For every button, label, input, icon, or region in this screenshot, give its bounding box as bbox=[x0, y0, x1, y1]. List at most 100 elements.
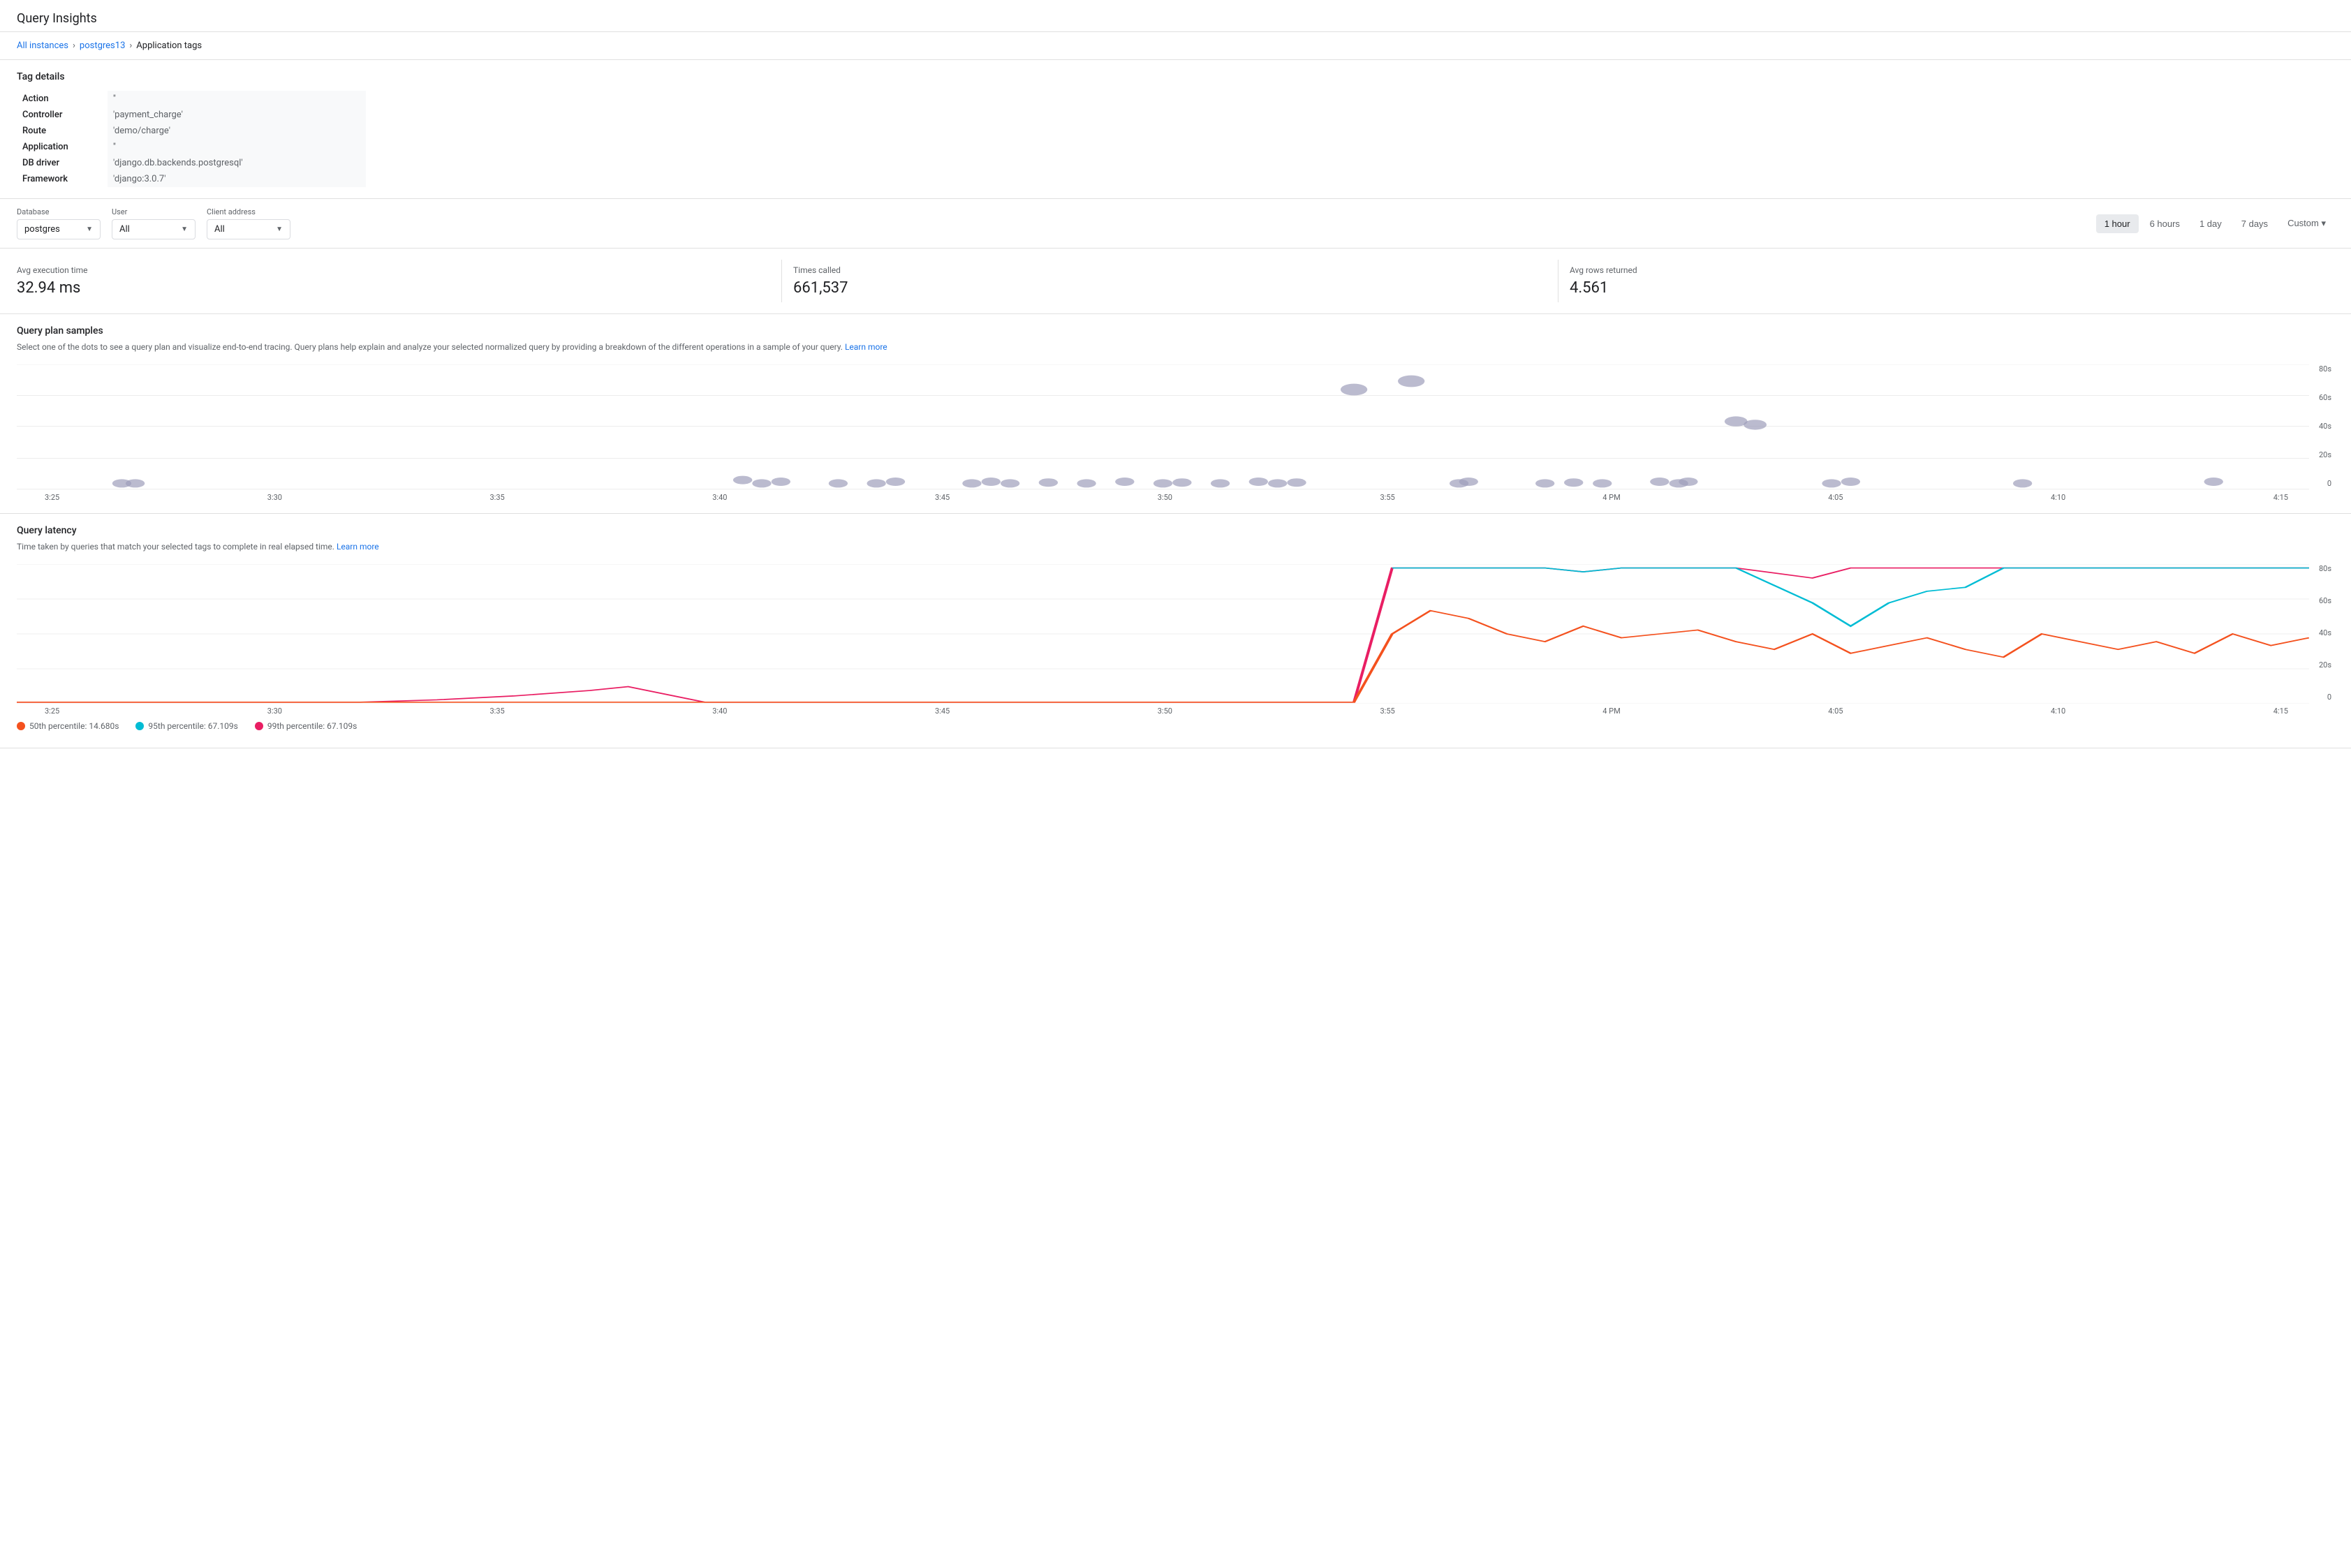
query-plan-learn-more[interactable]: Learn more bbox=[845, 342, 887, 352]
x-label: 4:05 bbox=[1828, 493, 1843, 502]
x-label: 3:40 bbox=[712, 707, 727, 716]
query-latency-learn-more[interactable]: Learn more bbox=[337, 542, 379, 552]
metrics-row: Avg execution time32.94 msTimes called66… bbox=[0, 249, 2351, 314]
query-plan-section: Query plan samples Select one of the dot… bbox=[0, 314, 2351, 514]
query-latency-title: Query latency bbox=[17, 525, 2334, 536]
user-select[interactable]: All ▼ bbox=[112, 219, 196, 239]
tag-row: Route'demo/charge' bbox=[17, 123, 366, 139]
query-latency-chart bbox=[17, 564, 2309, 704]
breadcrumb-sep-2: › bbox=[129, 40, 132, 51]
x-label: 4 PM bbox=[1602, 707, 1620, 716]
filters-row: Database postgres ▼ User All ▼ Client ad… bbox=[0, 198, 2351, 249]
query-plan-x-labels: 3:25 3:30 3:35 3:40 3:45 3:50 3:55 4 PM 4:05 4:10… bbox=[17, 490, 2309, 502]
tag-details-table: Action''Controller'payment_charge'Route'… bbox=[17, 91, 366, 187]
database-select[interactable]: postgres ▼ bbox=[17, 219, 101, 239]
x-label: 4:10 bbox=[2051, 493, 2065, 502]
legend-label: 95th percentile: 67.109s bbox=[148, 721, 237, 731]
x-label: 3:30 bbox=[267, 493, 282, 502]
breadcrumb-sep-1: › bbox=[73, 40, 75, 51]
time-btn-6-hours[interactable]: 6 hours bbox=[2142, 214, 2188, 233]
y-label: 60s bbox=[2319, 393, 2331, 402]
time-btn-1-hour[interactable]: 1 hour bbox=[2096, 214, 2139, 233]
client-address-filter-group: Client address All ▼ bbox=[207, 207, 290, 239]
y-label: 40s bbox=[2319, 628, 2331, 637]
query-plan-y-labels: 80s 60s 40s 20s 0 bbox=[2309, 364, 2334, 502]
x-label: 3:55 bbox=[1380, 707, 1395, 716]
database-filter-group: Database postgres ▼ bbox=[17, 207, 101, 239]
query-latency-x-labels: 3:25 3:30 3:35 3:40 3:45 3:50 3:55 4 PM 4:05 4:10… bbox=[17, 704, 2309, 716]
query-latency-desc: Time taken by queries that match your se… bbox=[17, 540, 2334, 553]
page-header: Query Insights bbox=[0, 0, 2351, 32]
database-value: postgres bbox=[24, 224, 60, 235]
time-buttons: 1 hour6 hours1 day7 daysCustom ▾ bbox=[2096, 214, 2334, 233]
breadcrumb-all-instances[interactable]: All instances bbox=[17, 40, 68, 51]
y-label: 40s bbox=[2319, 422, 2331, 431]
database-arrow-icon: ▼ bbox=[86, 225, 93, 233]
x-label: 4:15 bbox=[2273, 707, 2288, 716]
metric-item: Avg execution time32.94 ms bbox=[17, 260, 782, 302]
x-label: 3:50 bbox=[1158, 493, 1172, 502]
query-plan-svg bbox=[17, 364, 2309, 490]
x-label: 3:55 bbox=[1380, 493, 1395, 502]
tag-details-section: Tag details Action''Controller'payment_c… bbox=[0, 60, 2351, 198]
query-plan-chart bbox=[17, 364, 2309, 490]
user-filter-label: User bbox=[112, 207, 196, 216]
legend-label: 50th percentile: 14.680s bbox=[29, 721, 119, 731]
y-label: 60s bbox=[2319, 596, 2331, 605]
legend-item: 95th percentile: 67.109s bbox=[135, 721, 237, 731]
time-btn-custom[interactable]: Custom ▾ bbox=[2279, 214, 2334, 233]
query-latency-svg bbox=[17, 564, 2309, 704]
x-label: 3:30 bbox=[267, 707, 282, 716]
x-label: 3:45 bbox=[935, 493, 950, 502]
user-filter-group: User All ▼ bbox=[112, 207, 196, 239]
query-latency-section: Query latency Time taken by queries that… bbox=[0, 514, 2351, 748]
tag-row: DB driver'django.db.backends.postgresql' bbox=[17, 155, 366, 171]
time-btn-1-day[interactable]: 1 day bbox=[2191, 214, 2230, 233]
x-label: 3:45 bbox=[935, 707, 950, 716]
legend-item: 99th percentile: 67.109s bbox=[255, 721, 357, 731]
database-filter-label: Database bbox=[17, 207, 101, 216]
x-label: 4 PM bbox=[1602, 493, 1620, 502]
x-label: 4:10 bbox=[2051, 707, 2065, 716]
metric-item: Times called661,537 bbox=[782, 260, 1558, 302]
client-address-select[interactable]: All ▼ bbox=[207, 219, 290, 239]
time-btn-7-days[interactable]: 7 days bbox=[2233, 214, 2276, 233]
client-address-value: All bbox=[214, 224, 225, 235]
metric-item: Avg rows returned4.561 bbox=[1558, 260, 2334, 302]
y-label: 80s bbox=[2319, 364, 2331, 373]
legend-color bbox=[255, 722, 263, 730]
y-label: 80s bbox=[2319, 564, 2331, 573]
x-label: 3:35 bbox=[490, 493, 505, 502]
legend-color bbox=[17, 722, 25, 730]
legend-item: 50th percentile: 14.680s bbox=[17, 721, 119, 731]
query-plan-desc: Select one of the dots to see a query pl… bbox=[17, 341, 2334, 353]
client-address-arrow-icon: ▼ bbox=[276, 225, 283, 233]
y-label: 20s bbox=[2319, 660, 2331, 670]
user-arrow-icon: ▼ bbox=[181, 225, 188, 233]
breadcrumb: All instances › postgres13 › Application… bbox=[0, 32, 2351, 60]
x-label: 4:05 bbox=[1828, 707, 1843, 716]
y-label: 20s bbox=[2319, 450, 2331, 459]
query-latency-y-labels: 80s 60s 40s 20s 0 bbox=[2309, 564, 2334, 716]
tag-row: Controller'payment_charge' bbox=[17, 107, 366, 123]
query-latency-legend: 50th percentile: 14.680s 95th percentile:… bbox=[17, 716, 2334, 737]
tag-details-title: Tag details bbox=[17, 71, 2334, 82]
x-label: 3:25 bbox=[45, 707, 59, 716]
x-label: 3:35 bbox=[490, 707, 505, 716]
client-address-label: Client address bbox=[207, 207, 290, 216]
query-plan-title: Query plan samples bbox=[17, 325, 2334, 336]
x-label: 3:40 bbox=[712, 493, 727, 502]
tag-row: Action'' bbox=[17, 91, 366, 107]
x-label: 3:25 bbox=[45, 493, 59, 502]
tag-row: Framework'django:3.0.7' bbox=[17, 171, 366, 187]
y-label: 0 bbox=[2327, 693, 2331, 702]
breadcrumb-current: Application tags bbox=[136, 40, 202, 51]
legend-label: 99th percentile: 67.109s bbox=[267, 721, 357, 731]
user-value: All bbox=[119, 224, 130, 235]
breadcrumb-postgres13[interactable]: postgres13 bbox=[80, 40, 125, 51]
page-title: Query Insights bbox=[17, 11, 2334, 26]
x-label: 3:50 bbox=[1158, 707, 1172, 716]
y-label: 0 bbox=[2327, 479, 2331, 488]
legend-color bbox=[135, 722, 144, 730]
tag-row: Application'' bbox=[17, 139, 366, 155]
